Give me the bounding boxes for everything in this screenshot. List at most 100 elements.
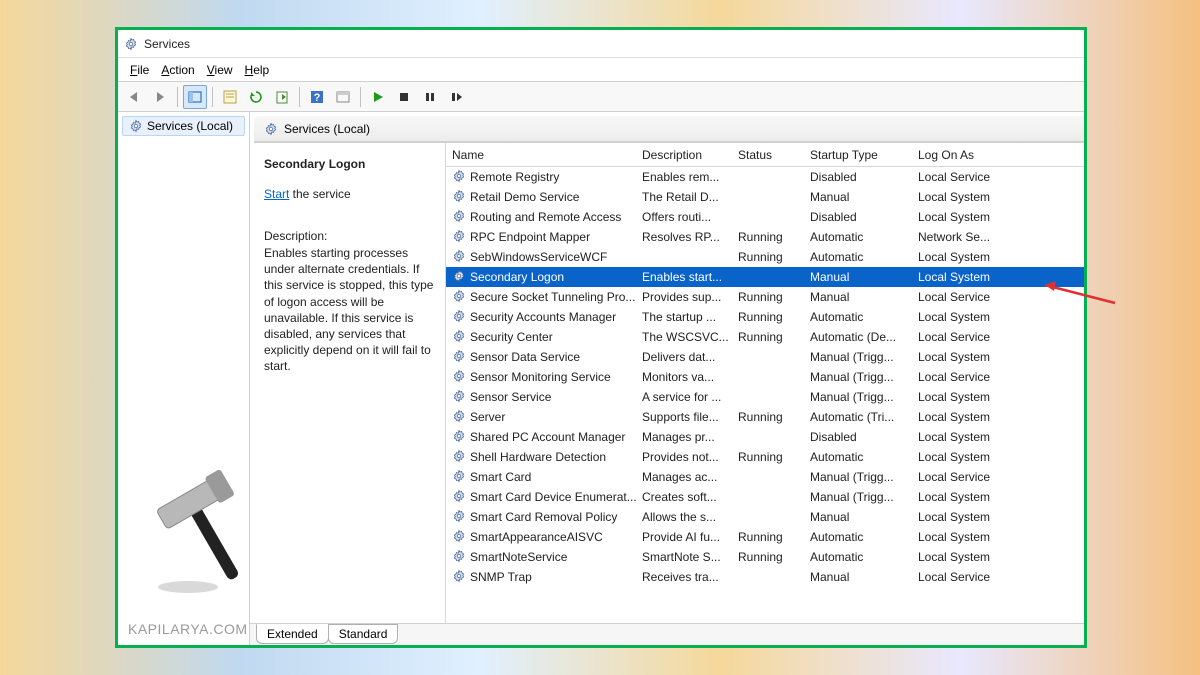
service-row[interactable]: Shared PC Account ManagerManages pr...Di…: [446, 427, 1084, 447]
service-logon: Local System: [912, 530, 1016, 544]
service-row[interactable]: Sensor Data ServiceDelivers dat...Manual…: [446, 347, 1084, 367]
service-startup: Manual (Trigg...: [804, 390, 912, 404]
service-logon: Local Service: [912, 370, 1016, 384]
back-button[interactable]: [122, 85, 146, 109]
service-row[interactable]: Smart Card Device Enumerat...Creates sof…: [446, 487, 1084, 507]
service-name: Server: [470, 410, 505, 424]
service-startup: Automatic: [804, 550, 912, 564]
service-logon: Local System: [912, 390, 1016, 404]
service-row[interactable]: Smart Card Removal PolicyAllows the s...…: [446, 507, 1084, 527]
menu-help[interactable]: Help: [239, 61, 276, 79]
service-status: Running: [732, 230, 804, 244]
gear-icon: [452, 249, 466, 266]
service-description: Provide AI fu...: [636, 530, 732, 544]
col-startup-type[interactable]: Startup Type: [804, 148, 912, 162]
gear-icon: [129, 119, 143, 133]
service-name: Smart Card: [470, 470, 531, 484]
service-name: Secure Socket Tunneling Pro...: [470, 290, 635, 304]
menu-action[interactable]: Action: [155, 61, 200, 79]
service-logon: Local System: [912, 490, 1016, 504]
service-startup: Disabled: [804, 170, 912, 184]
service-name: RPC Endpoint Mapper: [470, 230, 590, 244]
rows-container[interactable]: Remote Registry Enables rem... Disabled Loc…: [446, 167, 1084, 623]
restart-service-button[interactable]: [444, 85, 468, 109]
toolbar-separator: [360, 87, 361, 107]
toolbar-separator: [212, 87, 213, 107]
tab-standard[interactable]: Standard: [328, 624, 399, 644]
gear-icon: [452, 329, 466, 346]
service-name: Sensor Data Service: [470, 350, 580, 364]
service-row[interactable]: Secondary LogonEnables start...ManualLoc…: [446, 267, 1084, 287]
gear-icon: [452, 449, 466, 466]
service-description: Enables rem...: [636, 170, 732, 184]
service-status: Running: [732, 330, 804, 344]
gear-icon: [452, 169, 466, 186]
service-startup: Manual (Trigg...: [804, 470, 912, 484]
start-service-button[interactable]: [366, 85, 390, 109]
service-row[interactable]: SmartNoteServiceSmartNote S...RunningAut…: [446, 547, 1084, 567]
col-status[interactable]: Status: [732, 148, 804, 162]
service-row[interactable]: Security Accounts ManagerThe startup ...…: [446, 307, 1084, 327]
export-button[interactable]: [270, 85, 294, 109]
tree-item-label: Services (Local): [143, 119, 233, 133]
column-headers: Name Description Status Startup Type Log…: [446, 143, 1084, 167]
service-description: Monitors va...: [636, 370, 732, 384]
service-logon: Local System: [912, 210, 1016, 224]
service-row[interactable]: Routing and Remote AccessOffers routi...…: [446, 207, 1084, 227]
show-hide-tree-button[interactable]: [183, 85, 207, 109]
toolbar-separator: [177, 87, 178, 107]
service-logon: Local System: [912, 510, 1016, 524]
app-icon: [124, 37, 138, 51]
service-startup: Automatic: [804, 530, 912, 544]
service-description: Provides not...: [636, 450, 732, 464]
service-row[interactable]: Secure Socket Tunneling Pro...Provides s…: [446, 287, 1084, 307]
service-startup: Automatic (De...: [804, 330, 912, 344]
menu-file[interactable]: File: [124, 61, 155, 79]
forward-button[interactable]: [148, 85, 172, 109]
gear-icon: [452, 509, 466, 526]
service-row[interactable]: Sensor ServiceA service for ...Manual (T…: [446, 387, 1084, 407]
tree-item-services-local[interactable]: Services (Local): [122, 116, 245, 136]
service-row[interactable]: Remote RegistryEnables rem...DisabledLoc…: [446, 167, 1084, 187]
service-row[interactable]: Shell Hardware DetectionProvides not...R…: [446, 447, 1084, 467]
menubar: File Action View Help: [118, 58, 1084, 82]
service-logon: Local Service: [912, 470, 1016, 484]
start-link[interactable]: Start: [264, 187, 289, 201]
service-description: Manages ac...: [636, 470, 732, 484]
gear-icon: [452, 569, 466, 586]
service-logon: Local System: [912, 310, 1016, 324]
service-row[interactable]: Retail Demo ServiceThe Retail D...Manual…: [446, 187, 1084, 207]
service-row[interactable]: SNMP TrapReceives tra...ManualLocal Serv…: [446, 567, 1084, 587]
service-startup: Automatic: [804, 230, 912, 244]
service-name: Remote Registry: [470, 170, 559, 184]
col-description[interactable]: Description: [636, 148, 732, 162]
service-logon: Local System: [912, 350, 1016, 364]
content-area: Services (Local) Services (Local) Second…: [118, 112, 1084, 645]
service-row[interactable]: Security CenterThe WSCSVC...RunningAutom…: [446, 327, 1084, 347]
tab-extended[interactable]: Extended: [256, 624, 329, 644]
titlebar: Services: [118, 30, 1084, 58]
service-row[interactable]: ServerSupports file...RunningAutomatic (…: [446, 407, 1084, 427]
col-name[interactable]: Name: [446, 148, 636, 162]
toolbar-separator: [299, 87, 300, 107]
service-row[interactable]: Sensor Monitoring ServiceMonitors va...M…: [446, 367, 1084, 387]
service-status: Running: [732, 450, 804, 464]
pause-service-button[interactable]: [418, 85, 442, 109]
service-description: SmartNote S...: [636, 550, 732, 564]
description-text: Enables starting processes under alterna…: [264, 245, 435, 375]
gear-icon: [452, 469, 466, 486]
col-log-on-as[interactable]: Log On As: [912, 148, 1016, 162]
refresh-button[interactable]: [244, 85, 268, 109]
gear-icon: [452, 309, 466, 326]
toolbar-generic-button[interactable]: [331, 85, 355, 109]
services-window: Services File Action View Help ? Service…: [115, 27, 1087, 648]
service-row[interactable]: Smart Card Manages ac... Manual (Trigg...L…: [446, 467, 1084, 487]
service-row[interactable]: SebWindowsServiceWCFRunningAutomaticLoca…: [446, 247, 1084, 267]
help-button[interactable]: ?: [305, 85, 329, 109]
service-row[interactable]: RPC Endpoint MapperResolves RP...Running…: [446, 227, 1084, 247]
properties-button[interactable]: [218, 85, 242, 109]
gear-icon: [452, 209, 466, 226]
service-row[interactable]: SmartAppearanceAISVCProvide AI fu...Runn…: [446, 527, 1084, 547]
menu-view[interactable]: View: [201, 61, 239, 79]
stop-service-button[interactable]: [392, 85, 416, 109]
